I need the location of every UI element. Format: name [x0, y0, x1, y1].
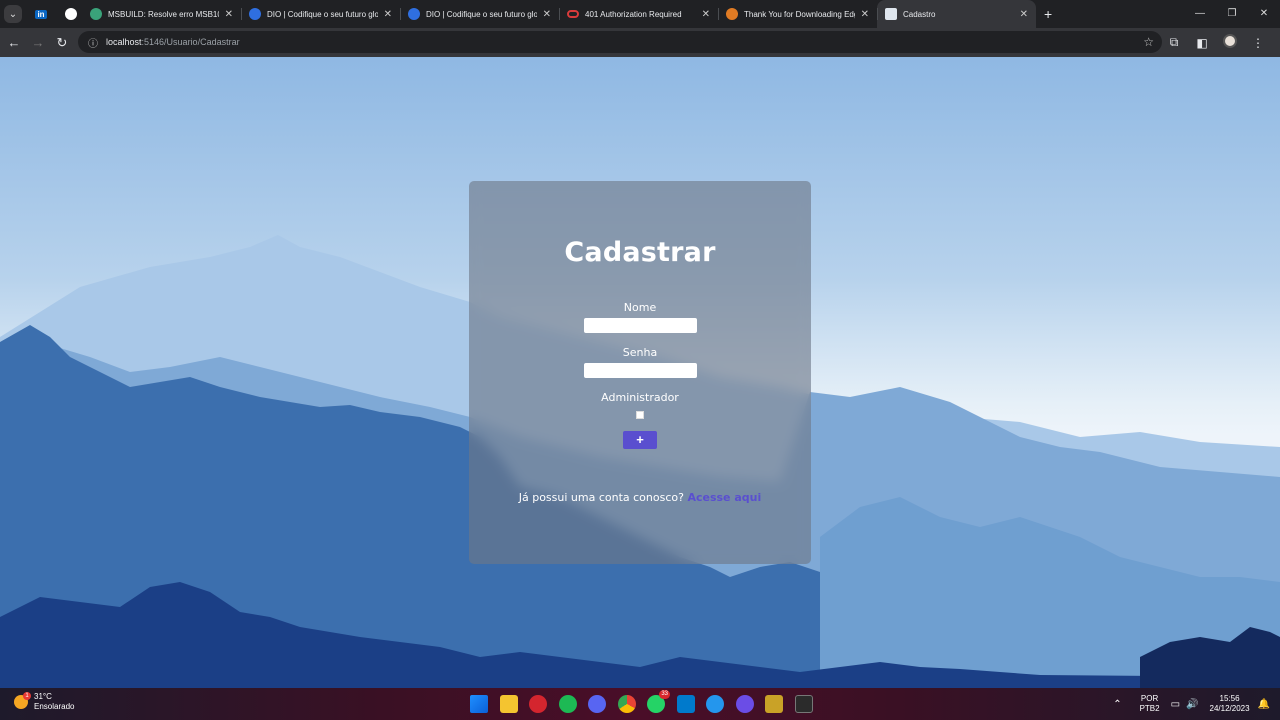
- weather-badge: 1: [23, 692, 31, 700]
- signup-card: Cadastrar Nome Senha Administrador + Já …: [469, 181, 811, 564]
- notification-bell-icon[interactable]: 🔔: [1258, 699, 1270, 710]
- date: 24/12/2023: [1209, 704, 1250, 713]
- close-icon[interactable]: ✕: [384, 9, 392, 20]
- tab-dio-1[interactable]: DIO | Codifique o seu futuro global ✕: [241, 0, 400, 28]
- admin-checkbox[interactable]: [636, 411, 644, 419]
- close-window-icon[interactable]: ✕: [1248, 0, 1280, 28]
- openai-icon: [90, 8, 102, 20]
- pinned-tab-github[interactable]: [60, 3, 82, 25]
- close-icon[interactable]: ✕: [225, 9, 233, 20]
- name-label: Nome: [623, 301, 657, 314]
- docker-icon[interactable]: [706, 695, 724, 713]
- site-info-icon[interactable]: ⓘ: [88, 35, 98, 50]
- weather-condition: Ensolarado: [34, 702, 75, 711]
- weather-widget[interactable]: 1 31°C Ensolarado: [14, 692, 74, 712]
- chevron-up-icon[interactable]: ⌃: [1113, 699, 1121, 710]
- close-icon[interactable]: ✕: [861, 9, 869, 20]
- name-input[interactable]: [583, 318, 697, 333]
- tab-401[interactable]: 401 Authorization Required ✕: [559, 0, 718, 28]
- close-icon[interactable]: ✕: [543, 9, 551, 20]
- reload-icon[interactable]: ↻: [50, 35, 74, 51]
- dio-icon: [249, 8, 261, 20]
- temperature: 31°C: [34, 692, 52, 701]
- language: POR: [1140, 694, 1159, 703]
- forward-arrow-icon[interactable]: →: [26, 35, 50, 50]
- page-icon: [885, 8, 897, 20]
- edge-download-icon: [726, 8, 738, 20]
- taskbar-apps: 33: [470, 690, 824, 713]
- app-icon[interactable]: [735, 695, 754, 713]
- network-icon[interactable]: ▭: [1171, 699, 1180, 710]
- submit-button[interactable]: +: [623, 431, 657, 449]
- address-bar[interactable]: ⓘ localhost:5146/Usuario/Cadastrar ☆: [78, 31, 1162, 53]
- password-input[interactable]: [583, 363, 697, 378]
- whatsapp-icon[interactable]: 33: [647, 690, 670, 713]
- vscode-icon[interactable]: [676, 695, 695, 713]
- url-host: localhost: [106, 37, 142, 47]
- tab-search-button[interactable]: ⌄: [4, 5, 22, 23]
- pinned-tab-linkedin[interactable]: in: [30, 3, 52, 25]
- keyboard-layout: PTB2: [1139, 704, 1160, 713]
- windows-taskbar: 1 31°C Ensolarado 33 ⌃ POR PTB2 ▭ 🔊 15:5…: [0, 688, 1280, 720]
- url-path: :5146/Usuario/Cadastrar: [141, 37, 240, 47]
- time: 15:56: [1219, 694, 1240, 703]
- discord-icon[interactable]: [588, 695, 606, 713]
- login-link[interactable]: Acesse aqui: [687, 491, 761, 504]
- tab-strip: ⌄ in MSBUILD: Resolve erro MSB1009 ✕ DIO …: [0, 0, 1280, 28]
- whatsapp-badge: 33: [659, 690, 670, 699]
- menu-icon[interactable]: ⋮: [1244, 36, 1272, 50]
- minimize-icon[interactable]: —: [1184, 0, 1216, 28]
- app-icon[interactable]: [529, 695, 547, 713]
- tab-title: 401 Authorization Required: [585, 9, 682, 19]
- dio-icon: [408, 8, 420, 20]
- app-icon[interactable]: [765, 695, 783, 713]
- bookmark-star-icon[interactable]: ☆: [1143, 35, 1154, 49]
- tab-title: DIO | Codifique o seu futuro global: [267, 9, 378, 19]
- start-icon[interactable]: [470, 695, 488, 713]
- tab-title: Cadastro: [903, 9, 936, 19]
- system-tray: ⌃ POR PTB2 ▭ 🔊 15:56 24/12/2023 🔔: [1113, 688, 1270, 720]
- terminal-icon[interactable]: [794, 695, 813, 713]
- close-icon[interactable]: ✕: [1020, 9, 1028, 20]
- volume-icon[interactable]: 🔊: [1186, 699, 1198, 710]
- tab-title: MSBUILD: Resolve erro MSB1009: [108, 9, 219, 19]
- browser-toolbar: ← → ↻ ⓘ localhost:5146/Usuario/Cadastrar…: [0, 28, 1280, 57]
- chevron-down-icon: ⌄: [8, 8, 18, 20]
- back-arrow-icon[interactable]: ←: [2, 35, 26, 50]
- file-explorer-icon[interactable]: [499, 695, 518, 713]
- tab-dio-2[interactable]: DIO | Codifique o seu futuro global ✕: [400, 0, 559, 28]
- page-viewport: Cadastrar Nome Senha Administrador + Já …: [0, 57, 1280, 688]
- page-title: Cadastrar: [564, 237, 716, 268]
- password-label: Senha: [622, 346, 658, 359]
- toolbar-actions: ⧉ ◧ ⋮: [1160, 28, 1272, 57]
- tab-title: DIO | Codifique o seu futuro global: [426, 9, 537, 19]
- spotify-icon[interactable]: [558, 695, 577, 713]
- new-tab-button[interactable]: +: [1044, 6, 1052, 22]
- tab-msbuild[interactable]: MSBUILD: Resolve erro MSB1009 ✕: [82, 0, 241, 28]
- window-controls: — ❐ ✕: [1184, 0, 1280, 28]
- extensions-icon[interactable]: ⧉: [1160, 35, 1188, 50]
- tab-edge-download[interactable]: Thank You for Downloading Edge ✕: [718, 0, 877, 28]
- close-icon[interactable]: ✕: [702, 9, 710, 20]
- admin-label: Administrador: [601, 391, 679, 404]
- sun-icon: 1: [14, 692, 31, 709]
- chrome-icon[interactable]: [617, 695, 636, 713]
- tab-cadastro[interactable]: Cadastro ✕: [877, 0, 1036, 28]
- restore-icon[interactable]: ❐: [1216, 0, 1248, 28]
- profile-avatar[interactable]: [1216, 34, 1244, 51]
- tab-title: Thank You for Downloading Edge: [744, 9, 855, 19]
- language-indicator[interactable]: POR PTB2: [1140, 694, 1160, 714]
- side-panel-icon[interactable]: ◧: [1188, 36, 1216, 50]
- oracle-icon: [567, 10, 579, 18]
- login-prompt: Já possui uma conta conosco? Acesse aqui: [469, 491, 811, 504]
- github-icon: [65, 8, 77, 20]
- clock[interactable]: 15:56 24/12/2023: [1210, 694, 1250, 714]
- login-prompt-text: Já possui uma conta conosco?: [518, 491, 684, 504]
- linkedin-icon: in: [35, 9, 47, 19]
